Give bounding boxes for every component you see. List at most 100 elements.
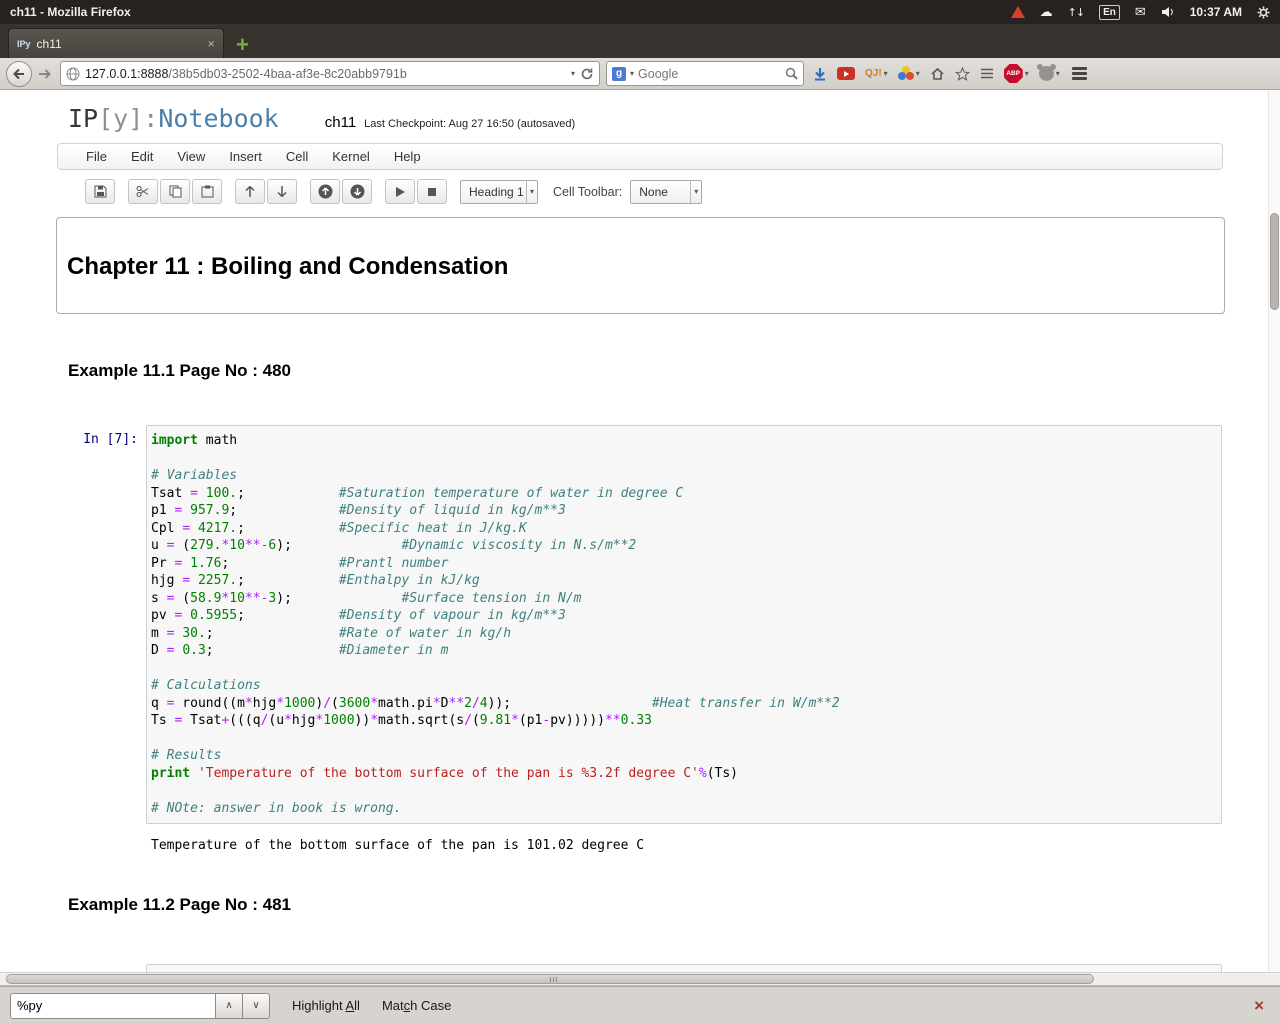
code-cell: In [7]: import math # VariablesTsat = 10… bbox=[57, 425, 1222, 824]
paste-button[interactable] bbox=[192, 179, 222, 204]
find-next-button[interactable]: ∨ bbox=[243, 993, 270, 1019]
move-up-button[interactable] bbox=[235, 179, 265, 204]
run-button[interactable] bbox=[385, 179, 415, 204]
heading-cell-chapter[interactable]: Chapter 11 : Boiling and Condensation bbox=[56, 217, 1225, 314]
search-input[interactable]: Google bbox=[638, 67, 781, 81]
url-host: 127.0.0.1:8888 bbox=[85, 67, 168, 81]
output-area: Temperature of the bottom surface of the… bbox=[57, 824, 1222, 854]
sync-arrows-icon[interactable]: ↑↓ bbox=[1068, 6, 1084, 19]
menu-view[interactable]: View bbox=[165, 144, 217, 169]
copy-button[interactable] bbox=[160, 179, 190, 204]
arrow-up-icon bbox=[244, 185, 256, 198]
bookmark-star-icon[interactable] bbox=[955, 67, 970, 81]
toolbar-icons: QJ!▾ ▾ ABP▾ ▾ bbox=[813, 64, 1060, 83]
cell-toolbar-label: Cell Toolbar: bbox=[553, 185, 622, 199]
system-bar: ch11 - Mozilla Firefox ☁ ↑↓ En ✉ 10:37 A… bbox=[0, 0, 1280, 24]
download-icon[interactable] bbox=[813, 67, 827, 81]
clock[interactable]: 10:37 AM bbox=[1190, 5, 1242, 19]
youtube-icon[interactable] bbox=[837, 67, 855, 80]
cell-toolbar-select[interactable]: None ▾ bbox=[630, 180, 702, 204]
back-arrow-icon bbox=[11, 66, 27, 82]
circle-up-icon bbox=[318, 184, 333, 199]
qj-addon-button[interactable]: QJ!▾ bbox=[865, 68, 888, 79]
partial-code-cell[interactable] bbox=[146, 964, 1222, 972]
heading-cell-example1[interactable]: Example 11.1 Page No : 480 bbox=[68, 361, 1280, 381]
insert-above-button[interactable] bbox=[310, 179, 340, 204]
forward-button[interactable] bbox=[34, 64, 56, 84]
menu-hamburger-icon[interactable] bbox=[1072, 67, 1087, 80]
downloadhelper-dropdown-icon: ▾ bbox=[916, 69, 920, 78]
warning-icon[interactable] bbox=[1011, 6, 1025, 18]
ipython-logo[interactable]: IP[y]:Notebook bbox=[68, 104, 279, 133]
save-button[interactable] bbox=[85, 179, 115, 204]
menu-insert[interactable]: Insert bbox=[217, 144, 274, 169]
tab-bar: IPy ch11 × + bbox=[0, 24, 1280, 58]
horizontal-scrollbar-thumb[interactable] bbox=[6, 974, 1094, 984]
menu-help[interactable]: Help bbox=[382, 144, 433, 169]
menu-cell[interactable]: Cell bbox=[274, 144, 320, 169]
abp-dropdown-icon: ▾ bbox=[1025, 69, 1029, 78]
chapter-heading: Chapter 11 : Boiling and Condensation bbox=[67, 253, 1214, 281]
abp-icon: ABP bbox=[1004, 64, 1023, 83]
copy-icon bbox=[169, 185, 182, 198]
downloadhelper-icon bbox=[898, 66, 914, 81]
search-bar[interactable]: g ▾ Google bbox=[606, 61, 804, 86]
url-bar[interactable]: 127.0.0.1:8888/38b5db03-2502-4baa-af3e-8… bbox=[60, 61, 600, 86]
input-prompt: In [7]: bbox=[57, 425, 146, 824]
browser-tab[interactable]: IPy ch11 × bbox=[8, 28, 224, 58]
stop-button[interactable] bbox=[417, 179, 447, 204]
cut-button[interactable] bbox=[128, 179, 158, 204]
greasemonkey-button[interactable]: ▾ bbox=[1039, 66, 1060, 81]
urlbar-dropdown-icon[interactable]: ▾ bbox=[571, 69, 575, 78]
session-gear-icon[interactable] bbox=[1257, 6, 1270, 19]
url-text[interactable]: 127.0.0.1:8888/38b5db03-2502-4baa-af3e-8… bbox=[85, 67, 566, 81]
horizontal-scrollbar-track[interactable] bbox=[0, 972, 1280, 986]
search-icon[interactable] bbox=[785, 67, 798, 80]
find-previous-button[interactable]: ∧ bbox=[216, 993, 243, 1019]
tab-title: ch11 bbox=[37, 37, 202, 51]
output-text: Temperature of the bottom surface of the… bbox=[146, 824, 644, 854]
menu-edit[interactable]: Edit bbox=[119, 144, 165, 169]
new-tab-button[interactable]: + bbox=[236, 36, 249, 54]
mail-icon[interactable]: ✉ bbox=[1135, 6, 1146, 19]
findbar-close-button[interactable]: × bbox=[1254, 996, 1270, 1016]
downloadhelper-button[interactable]: ▾ bbox=[898, 66, 920, 81]
insert-below-button[interactable] bbox=[342, 179, 372, 204]
menu-kernel[interactable]: Kernel bbox=[320, 144, 382, 169]
notebook-header: IP[y]:Notebook ch11 Last Checkpoint: Aug… bbox=[0, 90, 1280, 133]
circle-down-icon bbox=[350, 184, 365, 199]
volume-icon[interactable] bbox=[1161, 6, 1175, 18]
system-tray: ☁ ↑↓ En ✉ 10:37 AM bbox=[1011, 5, 1270, 20]
find-input[interactable] bbox=[10, 993, 216, 1019]
bookmarks-menu-icon[interactable] bbox=[980, 67, 994, 80]
vertical-scrollbar-thumb[interactable] bbox=[1270, 213, 1279, 310]
reload-icon[interactable] bbox=[580, 67, 594, 81]
abp-button[interactable]: ABP▾ bbox=[1004, 64, 1029, 83]
arrow-down-icon bbox=[276, 185, 288, 198]
forward-arrow-icon bbox=[38, 68, 52, 80]
output-prompt bbox=[57, 824, 146, 854]
keyboard-layout-indicator[interactable]: En bbox=[1099, 5, 1120, 20]
search-engine-dropdown-icon[interactable]: ▾ bbox=[630, 69, 634, 78]
code-editor[interactable]: import math # VariablesTsat = 100.; #Sat… bbox=[146, 425, 1222, 824]
qj-addon-icon: QJ! bbox=[865, 68, 882, 79]
highlight-all-button[interactable]: Highlight All bbox=[292, 998, 360, 1013]
vertical-scrollbar-track[interactable] bbox=[1268, 90, 1280, 972]
qj-dropdown-icon: ▾ bbox=[884, 69, 888, 78]
cut-icon bbox=[136, 185, 150, 198]
globe-icon bbox=[66, 67, 80, 81]
cell-type-select[interactable]: Heading 1 ▾ bbox=[460, 180, 538, 204]
tab-close-icon[interactable]: × bbox=[207, 37, 215, 50]
move-down-button[interactable] bbox=[267, 179, 297, 204]
play-icon bbox=[394, 186, 406, 198]
menu-file[interactable]: File bbox=[74, 144, 119, 169]
cloud-icon[interactable]: ☁ bbox=[1040, 6, 1053, 19]
menu-bar: File Edit View Insert Cell Kernel Help bbox=[57, 143, 1223, 170]
heading-cell-example2[interactable]: Example 11.2 Page No : 481 bbox=[68, 895, 1280, 915]
match-case-button[interactable]: Match Case bbox=[382, 998, 451, 1013]
greasemonkey-dropdown-icon: ▾ bbox=[1056, 69, 1060, 78]
greasemonkey-icon bbox=[1039, 66, 1054, 81]
notebook-title[interactable]: ch11 bbox=[325, 114, 356, 131]
home-icon[interactable] bbox=[930, 67, 945, 81]
back-button[interactable] bbox=[6, 61, 32, 87]
